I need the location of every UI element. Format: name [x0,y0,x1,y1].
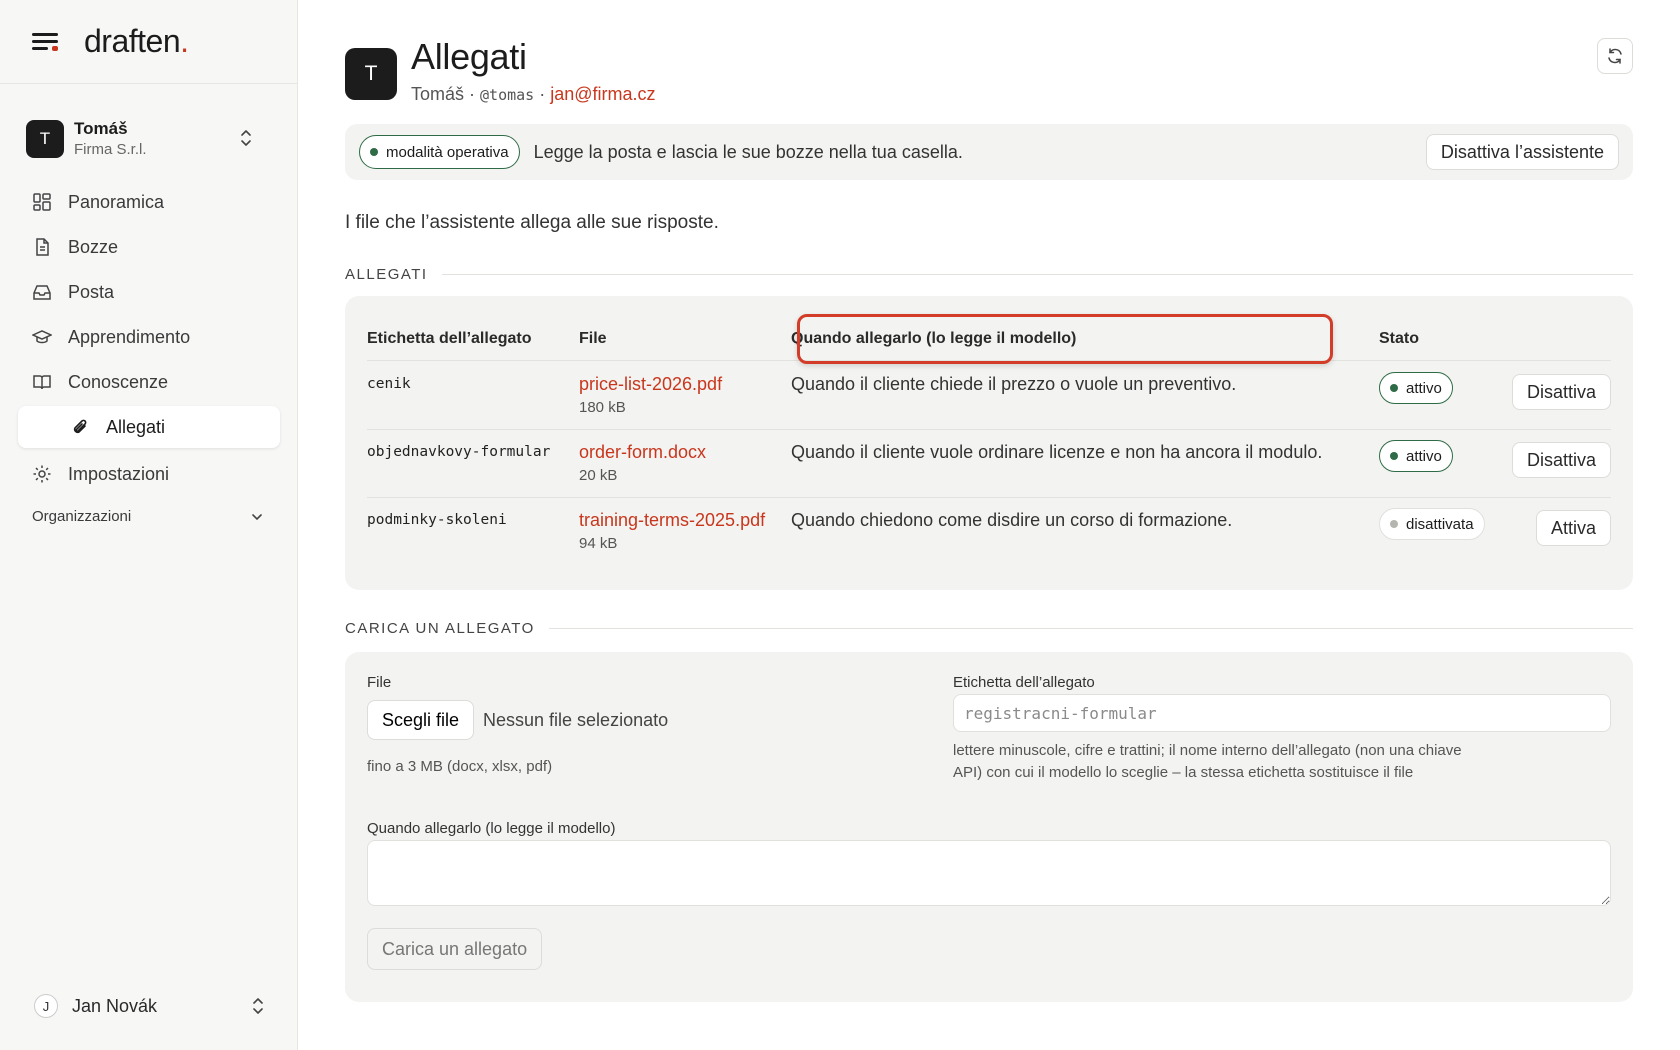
attachment-file-size: 94 kB [579,535,618,552]
table-row: podminky-skoleni training-terms-2025.pdf… [367,498,1611,566]
sidebar-item-label: Conoscenze [68,371,169,392]
status-badge: attivo [1379,372,1453,404]
user-handle: @tomas [480,86,535,104]
when-field-label: Quando allegarlo (lo legge il modello) [367,820,616,837]
attachment-label: objednavkovy-formular [367,444,551,460]
organizations-label: Organizzazioni [32,508,132,525]
no-file-text: Nessun file selezionato [483,710,669,730]
banner-text: Legge la posta e lascia le sue bozze nel… [533,141,963,162]
column-header-file: File [579,330,607,347]
user-avatar: J [34,994,58,1018]
attachment-when: Quando il cliente chiede il prezzo o vuo… [791,374,1237,394]
dashboard-icon [33,193,51,211]
sidebar-nav: Panoramica Bozze Posta Apprendimento Con… [18,180,280,497]
deactivate-button[interactable]: Disattiva [1511,374,1611,410]
org-company: Firma S.r.l. [74,141,147,158]
file-field-label: File [367,674,392,691]
mode-badge: modalità operativa [359,135,520,169]
chevron-down-icon [252,513,262,520]
page-title: Allegati [411,36,527,77]
sidebar-item-impostazioni[interactable]: Impostazioni [18,452,280,496]
page-intro: I file che l’assistente allega alle sue … [345,212,719,233]
attachments-section-title: ALLEGATI [345,266,1633,283]
gear-icon [33,465,51,483]
deactivate-button[interactable]: Disattiva [1511,442,1611,478]
page-subtitle: Tomáš · @tomas · jan@firma.cz [411,84,656,104]
deactivate-assistant-button[interactable]: Disattiva l’assistente [1425,134,1619,170]
document-icon [36,238,49,256]
sidebar-item-bozze[interactable]: Bozze [18,225,280,269]
attachment-when: Quando il cliente vuole ordinare licenze… [791,442,1323,462]
attachment-label-input[interactable] [953,694,1611,732]
attachment-label: cenik [367,376,411,392]
org-user-name: Tomáš [74,119,128,138]
sidebar-item-label: Allegati [106,416,166,437]
choose-file-button[interactable]: Scegli file [367,700,475,740]
inbox-icon [33,285,51,300]
label-hint: lettere minuscole, cifre e trattini; il … [953,742,1462,781]
upload-form: File Scegli file Nessun file selezionato… [345,652,1633,1002]
sidebar-item-label: Panoramica [68,191,165,212]
organizations-group[interactable]: Organizzazioni [32,508,264,525]
attachment-file-size: 180 kB [579,399,626,416]
brand-bar: draften. [0,0,297,84]
graduation-cap-icon [32,330,52,344]
email-link[interactable]: jan@firma.cz [550,84,655,104]
book-icon [33,375,51,390]
user-name: Jan Novák [72,995,158,1016]
sidebar-item-posta[interactable]: Posta [18,270,280,314]
attachment-file-size: 20 kB [579,467,618,484]
upload-submit-button[interactable]: Carica un allegato [367,928,543,970]
attachment-file-link[interactable]: training-terms-2025.pdf [579,510,765,531]
main-content: T Allegati Tomáš · @tomas · jan@firma.cz… [345,0,1635,1050]
when-textarea[interactable] [367,840,1611,906]
sidebar-item-label: Bozze [68,236,119,257]
table-row: cenik price-list-2026.pdf 180 kB Quando i… [367,362,1611,430]
refresh-button[interactable] [1597,38,1633,74]
upload-section-title: CARICA UN ALLEGATO [345,620,1633,637]
org-switcher[interactable]: T Tomáš Firma S.r.l. [26,114,276,164]
attachment-when: Quando chiedono come disdire un corso di… [791,510,1233,530]
column-header-state: Stato [1379,330,1419,347]
attachment-label: podminky-skoleni [367,512,507,528]
paperclip-icon [73,419,87,434]
file-hint: fino a 3 MB (docx, xlsx, pdf) [367,758,553,775]
status-badge: disattivata [1379,508,1485,540]
status-badge: attivo [1379,440,1453,472]
chevron-updown-icon [253,998,263,1014]
user-switcher[interactable]: J Jan Novák [34,994,266,1018]
sidebar-item-label: Posta [68,281,115,302]
org-avatar: T [26,120,64,158]
label-field-label: Etichetta dell’allegato [953,674,1095,691]
sidebar-item-apprendimento[interactable]: Apprendimento [18,315,280,359]
refresh-icon [1608,48,1622,64]
assistant-avatar: T [345,48,397,100]
sidebar-item-allegati[interactable]: Allegati [18,406,280,448]
attachment-file-link[interactable]: order-form.docx [579,442,706,463]
sidebar-item-label: Apprendimento [68,326,191,347]
sidebar-item-panoramica[interactable]: Panoramica [18,180,280,224]
menu-icon[interactable] [32,31,60,53]
column-header-when: Quando allegarlo (lo legge il modello) [791,330,1077,347]
sidebar: draften. T Tomáš Firma S.r.l. Panoramica… [0,0,298,1050]
activate-button[interactable]: Attiva [1535,510,1611,546]
status-banner: modalità operativa Legge la posta e lasc… [345,124,1633,180]
attachments-table: Etichetta dell’allegato File Quando alle… [345,296,1633,590]
chevron-updown-icon [241,130,251,146]
table-row: objednavkovy-formular order-form.docx 20 … [367,430,1611,498]
sidebar-item-conoscenze[interactable]: Conoscenze [18,360,280,404]
logo: draften. [84,23,189,59]
sidebar-item-label: Impostazioni [68,463,170,484]
attachment-file-link[interactable]: price-list-2026.pdf [579,374,722,395]
column-header-label: Etichetta dell’allegato [367,330,532,347]
